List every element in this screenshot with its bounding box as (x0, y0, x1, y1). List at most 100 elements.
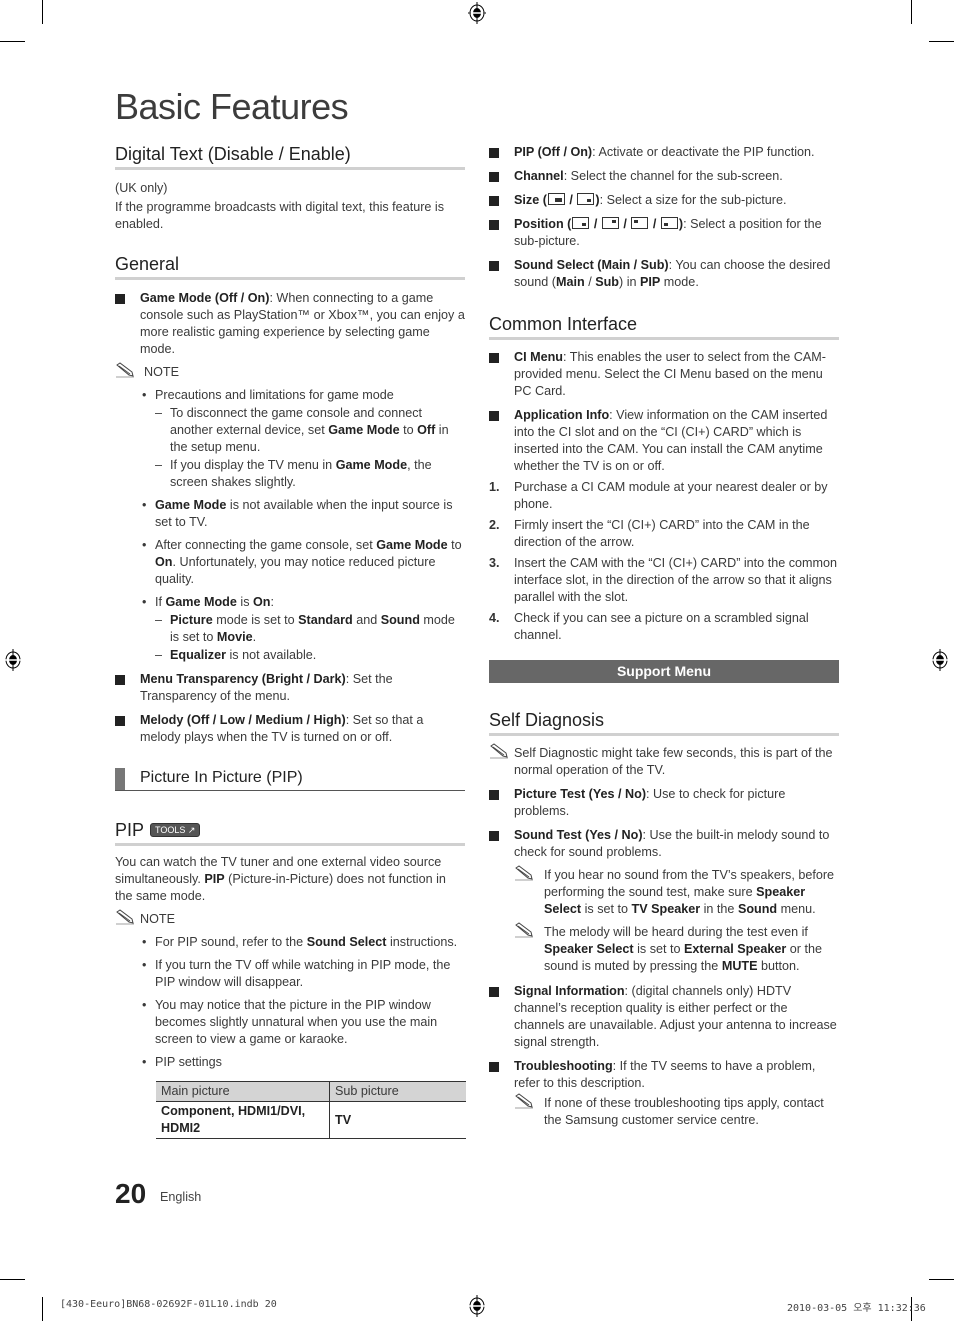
text: ) in (619, 275, 640, 289)
left-column: Digital Text (Disable / Enable) (UK only… (115, 143, 466, 1139)
term: CI Menu (514, 350, 563, 364)
text: and (352, 613, 381, 627)
tools-badge: TOOLS ↗ (150, 823, 201, 837)
keyword: Game Mode (328, 423, 400, 437)
subhead-text: Picture In Picture (PIP) (140, 769, 303, 786)
list-item-troubleshooting: Troubleshooting: If the TV seems to have… (489, 1058, 839, 1092)
square-bullet-icon (489, 148, 499, 158)
position-bottom-left-icon (660, 217, 678, 229)
digital-text-description: If the programme broadcasts with digital… (115, 200, 444, 231)
square-bullet-icon (489, 220, 499, 230)
keyword: On (155, 555, 173, 569)
keyword: Speaker Select (544, 942, 634, 956)
pencil-note-icon (490, 743, 508, 759)
text: Precautions and limitations for game mod… (155, 388, 394, 402)
note-self-diagnostic: Self Diagnostic might take few seconds, … (489, 743, 839, 779)
text: menu. (777, 902, 816, 916)
keyword: Game Mode (155, 498, 227, 512)
keyword: Equalizer (170, 648, 226, 662)
text: is (236, 595, 253, 609)
bullet-item: After connecting the game console, set G… (140, 537, 465, 588)
list-item-sound-select: Sound Select (Main / Sub): You can choos… (489, 257, 839, 291)
registration-mark-icon (468, 2, 486, 24)
term: Picture Test (Yes / No) (514, 787, 647, 801)
keyword: Sound (380, 613, 420, 627)
term: Troubleshooting (514, 1059, 613, 1073)
square-bullet-icon (489, 831, 499, 841)
position-top-right-icon (601, 217, 619, 229)
text: to (399, 423, 418, 437)
position-bottom-right-icon (572, 217, 590, 229)
text: in the (700, 902, 738, 916)
term: Channel (514, 169, 564, 183)
keyword: External Speaker (684, 942, 787, 956)
description: : Select the channel for the sub-screen. (563, 169, 783, 183)
list-item-signal-information: Signal Information: (digital channels on… (489, 983, 839, 1051)
registration-mark-icon (931, 649, 949, 671)
table-row: Component, HDMI1/DVI, HDMI2 TV (156, 1101, 466, 1139)
list-item-sound-test: Sound Test (Yes / No): Use the built-in … (489, 827, 839, 861)
square-bullet-icon (489, 987, 499, 997)
list-item-ci-menu: CI Menu: This enables the user to select… (489, 349, 839, 400)
text: . Unfortunately, you may notice reduced … (155, 555, 436, 586)
term: Size ( (514, 193, 547, 207)
section-heading-pip: PIP TOOLS ↗ (115, 819, 465, 846)
dash-item: Picture mode is set to Standard and Soun… (155, 612, 465, 646)
heading-text: PIP (115, 820, 145, 840)
list-item-position: Position ( / / / ): Select a position fo… (489, 216, 839, 250)
term: Position ( (514, 217, 572, 231)
bullet-item: For PIP sound, refer to the Sound Select… (140, 934, 465, 951)
text: is set to (581, 902, 632, 916)
step-item: 2. Firmly insert the “CI (CI+) CARD” into… (489, 517, 839, 551)
keyword: Movie (216, 630, 253, 644)
text: mode. (660, 275, 699, 289)
text: For PIP sound, refer to the (155, 935, 307, 949)
pencil-note-icon (515, 922, 533, 938)
bullet-item: Precautions and limitations for game mod… (140, 387, 465, 404)
bullet-item: If Game Mode is On: (140, 594, 465, 611)
keyword: Game Mode (335, 458, 408, 472)
pencil-note-icon (116, 909, 134, 925)
square-bullet-icon (489, 353, 499, 363)
step-number: 2. (489, 518, 500, 532)
pencil-note-icon (515, 1093, 533, 1109)
keyword: Game Mode (376, 538, 448, 552)
term: PIP (Off / On) (514, 145, 593, 159)
keyword: MUTE (721, 959, 758, 973)
tools-icon: ↗ (187, 825, 196, 835)
step-text: Purchase a CI CAM module at your nearest… (514, 480, 828, 511)
step-number: 1. (489, 480, 500, 494)
crop-mark (929, 41, 954, 42)
keyword: Sound (737, 902, 778, 916)
size-large-icon (547, 193, 565, 205)
list-item-melody: Melody (Off / Low / Medium / High): Set … (115, 712, 465, 746)
keyword: TV Speaker (631, 902, 701, 916)
separator: / (565, 193, 577, 207)
keyword: Main (556, 275, 585, 289)
uk-only-text: (UK only) (115, 181, 168, 195)
square-bullet-icon (489, 261, 499, 271)
step-item: 4. Check if you can see a picture on a sc… (489, 610, 839, 644)
section-heading-digital-text: Digital Text (Disable / Enable) (115, 143, 465, 170)
step-text: Firmly insert the “CI (CI+) CARD” into t… (514, 518, 810, 549)
square-bullet-icon (115, 716, 125, 726)
text: mode is set to (212, 613, 299, 627)
square-bullet-icon (489, 172, 499, 182)
text: After connecting the game console, set (155, 538, 377, 552)
crop-mark (0, 41, 25, 42)
text: If (155, 595, 166, 609)
square-bullet-icon (489, 196, 499, 206)
keyword: Picture (170, 613, 213, 627)
note-melody: The melody will be heard during the test… (514, 922, 839, 975)
keyword: Off (417, 423, 436, 437)
bullet-item: Game Mode is not available when the inpu… (140, 497, 465, 531)
step-text: Insert the CAM with the “CI (CI+) CARD” … (514, 556, 837, 604)
text: You may notice that the picture in the P… (155, 998, 438, 1046)
term: Sound Test (Yes / No) (514, 828, 643, 842)
note-label: NOTE (144, 365, 179, 379)
step-number: 4. (489, 611, 500, 625)
square-bullet-icon (489, 411, 499, 421)
size-small-icon (577, 193, 595, 205)
note-heading: NOTE (115, 362, 465, 381)
text: instructions. (386, 935, 458, 949)
